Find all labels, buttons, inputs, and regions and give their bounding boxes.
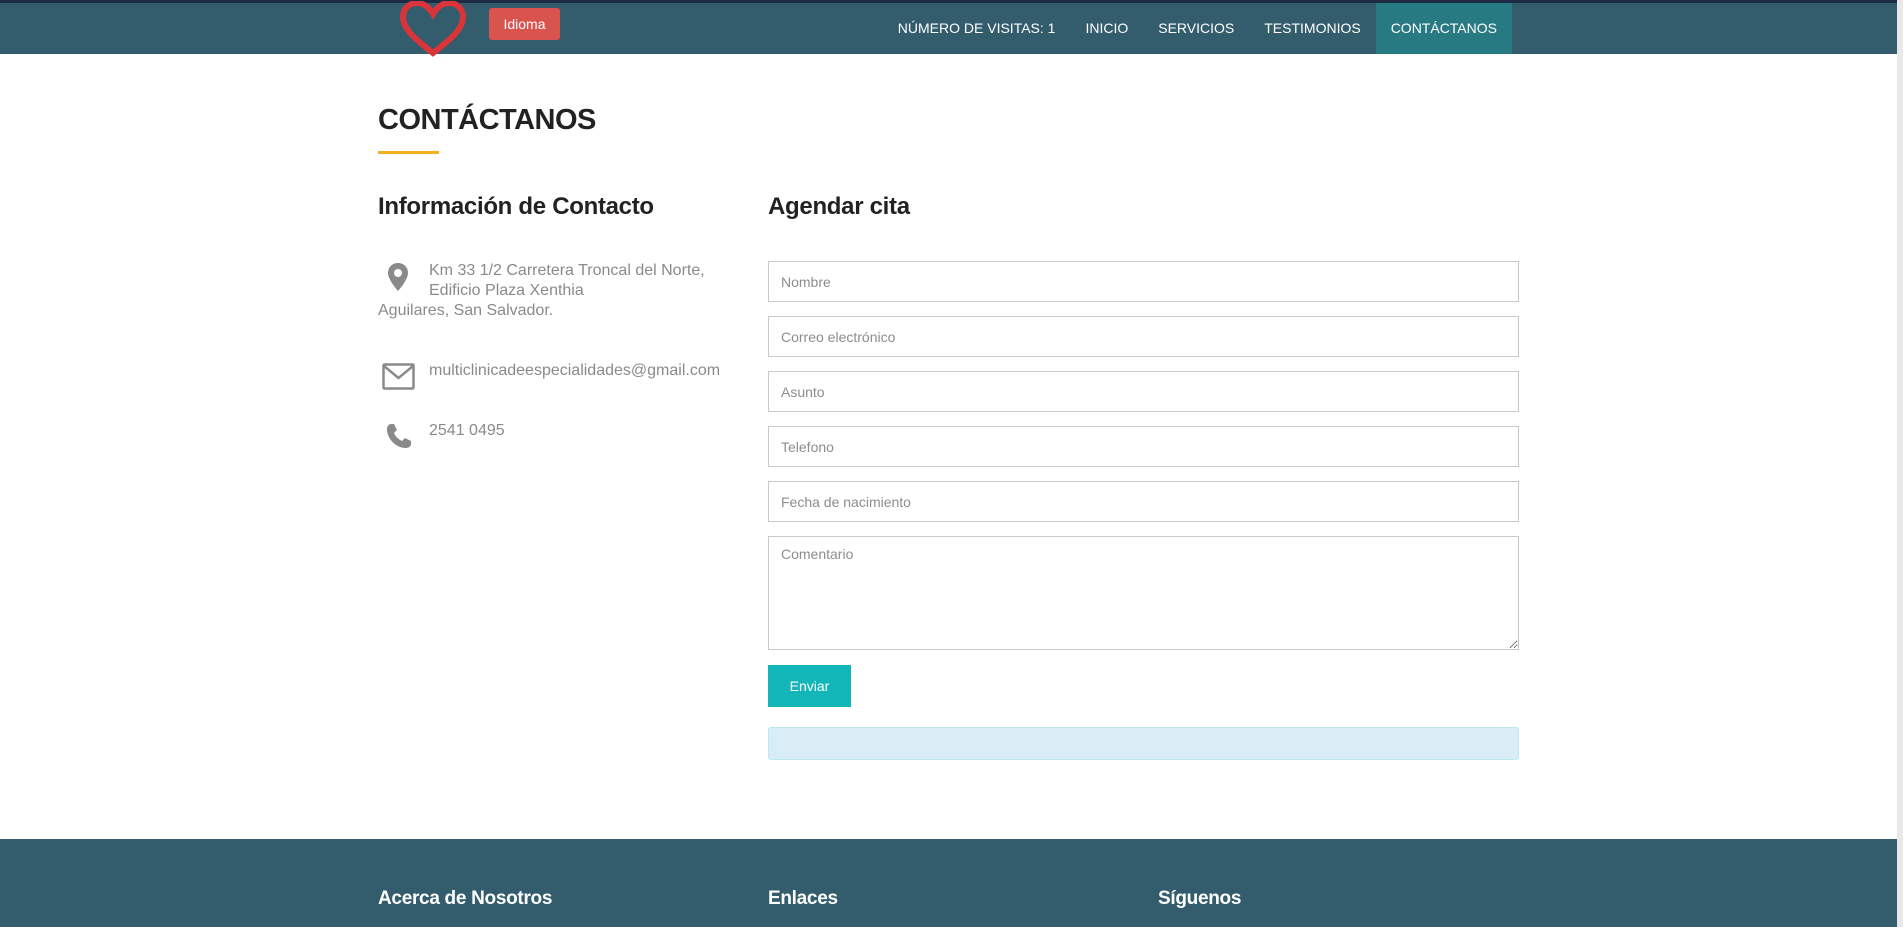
subject-field[interactable]: [768, 371, 1519, 412]
nav-item-servicios[interactable]: SERVICIOS: [1143, 3, 1249, 54]
appointment-heading: Agendar cita: [768, 193, 910, 220]
address-line2: Edificio Plaza Xenthia: [429, 282, 584, 299]
envelope-icon: [382, 363, 415, 390]
nav-visit-count: NÚMERO DE VISITAS: 1: [897, 20, 1056, 36]
form-alert-box: [768, 727, 1519, 760]
navbar: Idioma NÚMERO DE VISITAS: 1 INICIO SERVI…: [0, 1, 1897, 57]
map-marker-icon: [388, 263, 408, 291]
address-line1: Km 33 1/2 Carretera Troncal del Norte,: [429, 262, 705, 279]
page-title: CONTÁCTANOS: [378, 104, 596, 136]
main-nav: NÚMERO DE VISITAS: 1 INICIO SERVICIOS TE…: [883, 3, 1512, 54]
comment-textarea[interactable]: [768, 536, 1519, 650]
title-underline: [378, 151, 439, 154]
language-button[interactable]: Idioma: [489, 8, 560, 40]
birthdate-field[interactable]: [768, 481, 1519, 522]
submit-button[interactable]: Enviar: [768, 665, 851, 707]
contact-email[interactable]: multiclinicadeespecialidades@gmail.com: [429, 361, 720, 381]
nav-item-inicio[interactable]: INICIO: [1070, 3, 1143, 54]
contact-info-heading: Información de Contacto: [378, 193, 654, 220]
nav-item-testimonios[interactable]: TESTIMONIOS: [1249, 3, 1375, 54]
footer-links-heading: Enlaces: [768, 888, 838, 909]
contact-phone: 2541 0495: [429, 422, 505, 439]
page-scrollbar[interactable]: [1897, 0, 1903, 927]
address-line3: Aguilares, San Salvador.: [378, 302, 554, 319]
footer-about-heading: Acerca de Nosotros: [378, 888, 553, 909]
footer: Acerca de Nosotros Enlaces Síguenos: [0, 839, 1897, 927]
footer-follow-heading: Síguenos: [1158, 888, 1242, 909]
name-field[interactable]: [768, 261, 1519, 302]
phone-field[interactable]: [768, 426, 1519, 467]
heart-logo-icon[interactable]: [395, 1, 471, 61]
nav-item-contactanos[interactable]: CONTÁCTANOS: [1375, 3, 1512, 54]
email-field[interactable]: [768, 316, 1519, 357]
phone-icon: [387, 424, 411, 448]
